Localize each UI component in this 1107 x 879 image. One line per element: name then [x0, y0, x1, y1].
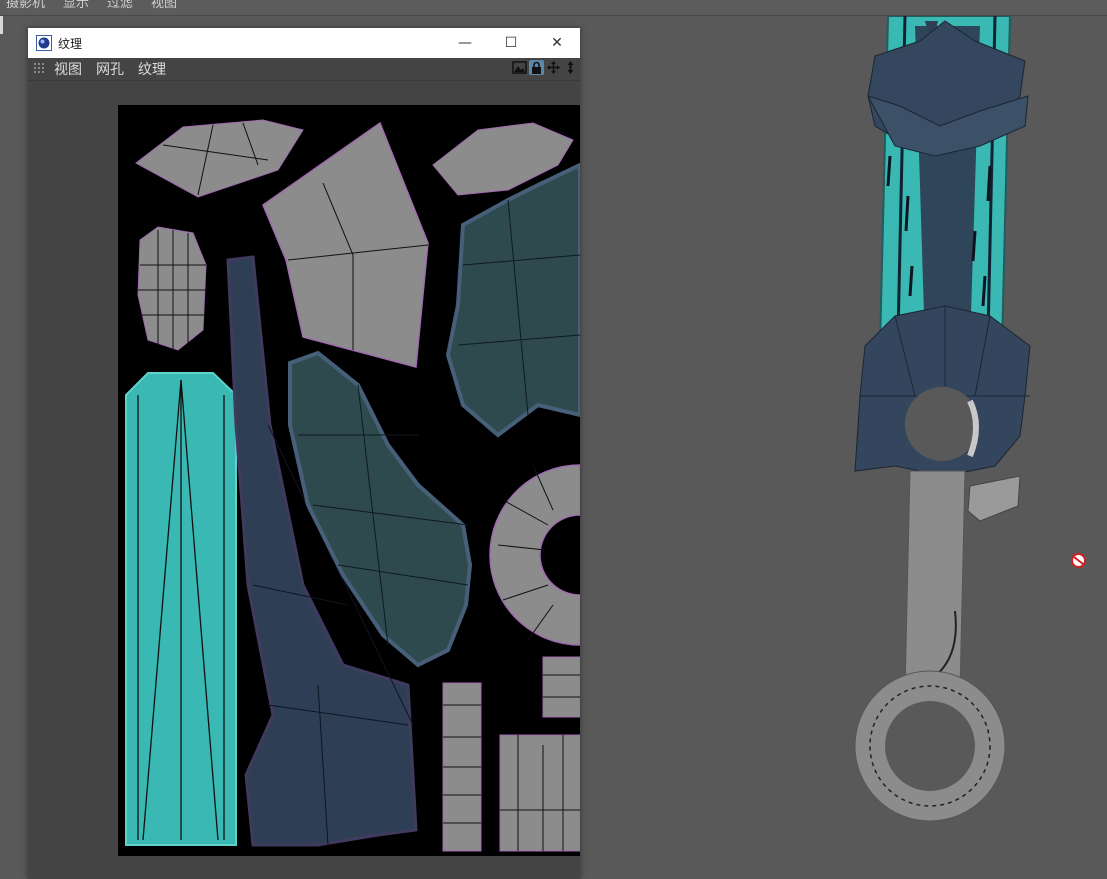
close-button[interactable]: ✕ — [534, 28, 580, 58]
grip-icon[interactable] — [34, 63, 46, 75]
menu-mesh[interactable]: 网孔 — [96, 59, 124, 79]
window-titlebar[interactable]: 纹理 — ☐ ✕ — [28, 28, 580, 58]
maximize-button[interactable]: ☐ — [488, 28, 534, 58]
viewport-edge-marker — [0, 16, 3, 34]
menu-texture[interactable]: 纹理 — [138, 59, 166, 79]
uv-image-icon[interactable] — [512, 60, 527, 75]
scale-icon[interactable] — [563, 60, 578, 75]
no-entry-icon[interactable] — [1071, 553, 1086, 568]
uv-island — [542, 656, 580, 718]
main-menu-bar: 摄影机 显示 过滤 视图 — [0, 0, 1107, 16]
move-icon[interactable] — [546, 60, 561, 75]
window-title: 纹理 — [58, 36, 83, 51]
texture-toolbar — [512, 60, 578, 75]
app-logo-icon — [36, 35, 52, 51]
lock-icon[interactable] — [529, 60, 544, 75]
menu-display[interactable]: 显示 — [63, 0, 89, 11]
menu-view[interactable]: 视图 — [151, 0, 177, 11]
uv-layout-canvas[interactable] — [118, 105, 580, 856]
texture-menu-bar: 视图 网孔 纹理 — [28, 58, 580, 81]
uv-island — [137, 226, 207, 351]
minimize-button[interactable]: — — [442, 28, 488, 58]
menu-camera[interactable]: 摄影机 — [6, 0, 45, 11]
uv-island — [499, 734, 580, 852]
menu-view[interactable]: 视图 — [54, 59, 82, 79]
texture-window[interactable]: 纹理 — ☐ ✕ 视图 网孔 纹理 — [28, 28, 580, 879]
sword-model[interactable] — [820, 16, 1080, 836]
menu-filter[interactable]: 过滤 — [107, 0, 133, 11]
3d-viewport[interactable]: 摄影机 显示 过滤 视图 纹理 — ☐ ✕ 视图 网孔 纹理 — [0, 0, 1107, 879]
uv-editor-area[interactable] — [28, 81, 580, 879]
